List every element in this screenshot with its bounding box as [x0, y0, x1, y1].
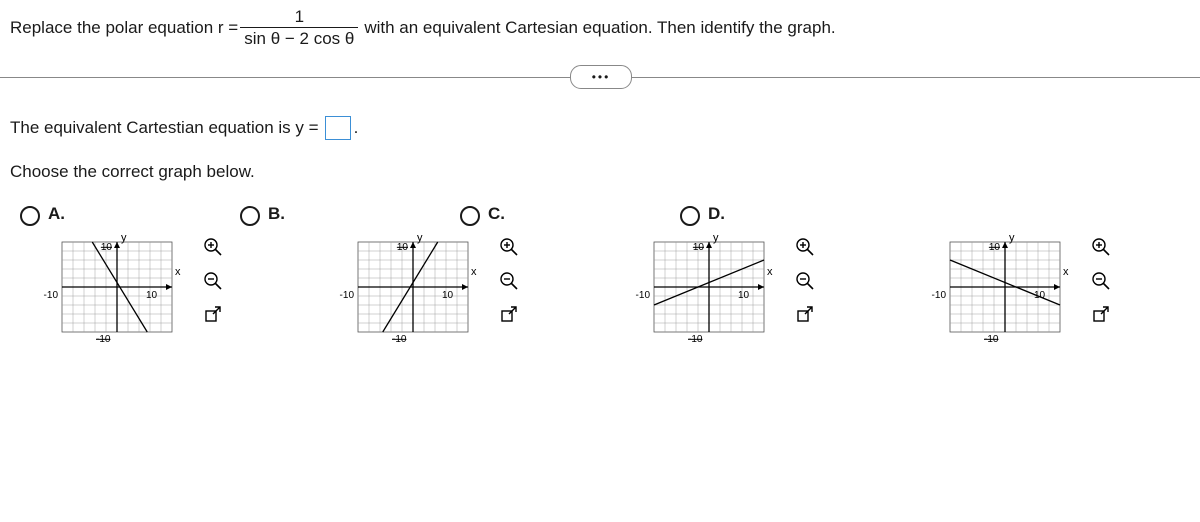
radio-a[interactable] — [20, 206, 40, 226]
popout-icon — [796, 306, 814, 324]
tick-pos10x: 10 — [442, 290, 454, 301]
question-pre: Replace the polar equation r = — [10, 18, 238, 38]
graph-c: y x 10 -10 10 -10 — [634, 232, 784, 352]
option-c-label: C. — [488, 204, 505, 224]
answer-period: . — [354, 118, 359, 138]
tick-top: 10 — [693, 242, 705, 253]
zoom-in-button[interactable] — [202, 236, 224, 258]
graph-c-group: y x 10 -10 10 -10 — [634, 232, 816, 352]
tick-neg10x: -10 — [340, 290, 355, 301]
tick-pos10x: 10 — [738, 290, 750, 301]
zoom-out-icon — [499, 271, 519, 291]
tick-bot: -10 — [96, 334, 111, 345]
axis-x-label: x — [471, 266, 477, 278]
axis-x-label: x — [1063, 266, 1069, 278]
choose-graph-label: Choose the correct graph below. — [10, 162, 1190, 182]
zoom-in-button[interactable] — [498, 236, 520, 258]
tick-bot: -10 — [984, 334, 999, 345]
expand-pill[interactable]: ••• — [570, 65, 632, 89]
radio-d[interactable] — [680, 206, 700, 226]
fraction: 1 sin θ − 2 cos θ — [240, 8, 358, 47]
graph-d: y x 10 -10 10 -10 — [930, 232, 1080, 352]
option-d[interactable]: D. — [680, 204, 725, 226]
option-b[interactable]: B. — [240, 204, 285, 226]
graph-a-group: y x 10 -10 10 -10 — [42, 232, 224, 352]
option-d-label: D. — [708, 204, 725, 224]
axis-y-label: y — [417, 232, 423, 244]
popout-icon — [204, 306, 222, 324]
option-c[interactable]: C. — [460, 204, 505, 226]
zoom-out-button[interactable] — [794, 270, 816, 292]
answer-input[interactable] — [325, 116, 351, 140]
tick-pos10x: 10 — [146, 290, 158, 301]
popout-button[interactable] — [202, 304, 224, 326]
axis-y-label: y — [713, 232, 719, 244]
tick-top: 10 — [397, 242, 409, 253]
fraction-denominator: sin θ − 2 cos θ — [240, 28, 358, 47]
axis-x-label: x — [767, 266, 773, 278]
option-a[interactable]: A. — [20, 204, 65, 226]
zoom-in-button[interactable] — [794, 236, 816, 258]
ellipsis-icon: ••• — [592, 71, 611, 83]
zoom-out-button[interactable] — [498, 270, 520, 292]
tick-top: 10 — [101, 242, 113, 253]
zoom-in-icon — [499, 237, 519, 257]
zoom-in-icon — [203, 237, 223, 257]
graph-b: y x 10 -10 10 -10 — [338, 232, 488, 352]
zoom-out-button[interactable] — [1090, 270, 1112, 292]
zoom-out-icon — [795, 271, 815, 291]
zoom-out-icon — [203, 271, 223, 291]
tick-top: 10 — [989, 242, 1001, 253]
popout-icon — [500, 306, 518, 324]
zoom-in-icon — [1091, 237, 1111, 257]
answer-prompt-pre: The equivalent Cartestian equation is y … — [10, 118, 319, 138]
answer-line: The equivalent Cartestian equation is y … — [10, 116, 1190, 140]
radio-b[interactable] — [240, 206, 260, 226]
tick-neg10x: -10 — [636, 290, 651, 301]
popout-button[interactable] — [794, 304, 816, 326]
option-b-label: B. — [268, 204, 285, 224]
popout-button[interactable] — [1090, 304, 1112, 326]
graph-a: y x 10 -10 10 -10 — [42, 232, 192, 352]
popout-icon — [1092, 306, 1110, 324]
tick-bot: -10 — [392, 334, 407, 345]
tick-neg10x: -10 — [932, 290, 947, 301]
option-a-label: A. — [48, 204, 65, 224]
graph-d-group: y x 10 -10 10 -10 — [930, 232, 1112, 352]
zoom-in-button[interactable] — [1090, 236, 1112, 258]
tick-bot: -10 — [688, 334, 703, 345]
question-text: Replace the polar equation r = 1 sin θ −… — [0, 0, 1200, 47]
question-post: with an equivalent Cartesian equation. T… — [364, 18, 835, 38]
zoom-out-icon — [1091, 271, 1111, 291]
graph-b-group: y x 10 -10 10 -10 — [338, 232, 520, 352]
zoom-in-icon — [795, 237, 815, 257]
fraction-numerator: 1 — [240, 8, 358, 28]
popout-button[interactable] — [498, 304, 520, 326]
tick-neg10x: -10 — [44, 290, 59, 301]
radio-c[interactable] — [460, 206, 480, 226]
tick-pos10x: 10 — [1034, 290, 1046, 301]
axis-y-label: y — [1009, 232, 1015, 244]
axis-x-label: x — [175, 266, 181, 278]
zoom-out-button[interactable] — [202, 270, 224, 292]
axis-y-label: y — [121, 232, 127, 244]
section-divider: ••• — [0, 77, 1200, 78]
